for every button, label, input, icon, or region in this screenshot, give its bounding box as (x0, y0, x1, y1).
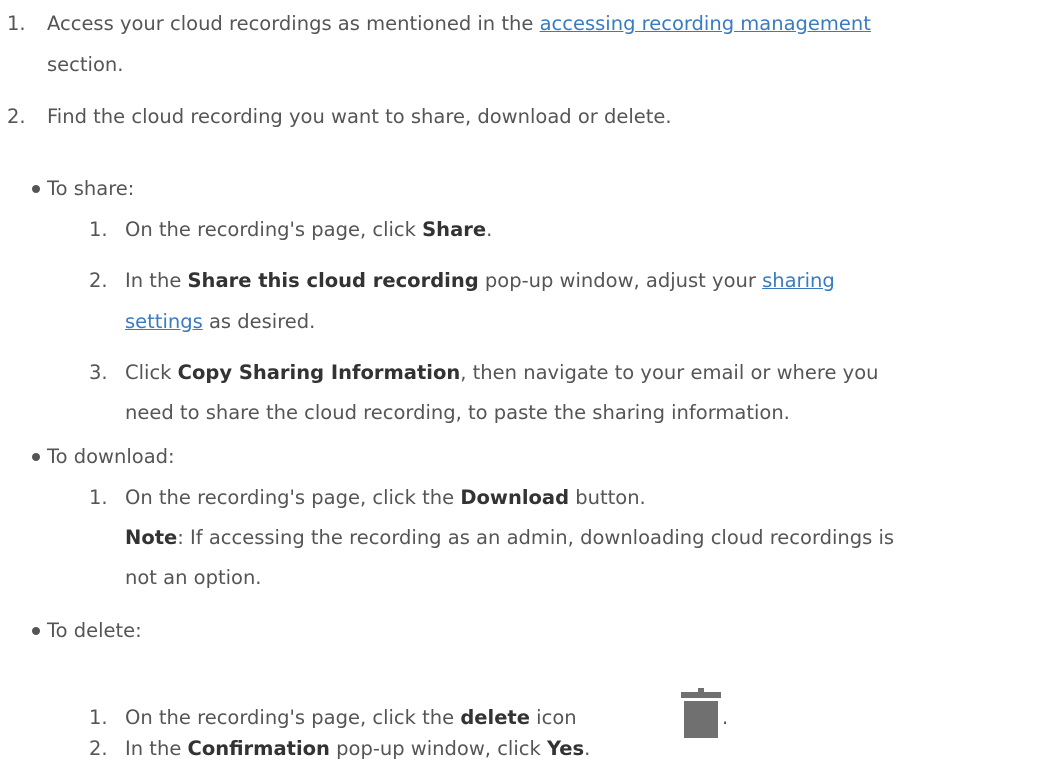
step-number: 1. (7, 12, 26, 35)
share-step-number: 3. (89, 361, 108, 384)
delete-step-1-end: . (722, 706, 729, 729)
accessing-recording-management-link[interactable]: accessing recording management (540, 12, 871, 35)
download-heading: To download: (47, 445, 175, 468)
share-step-2-text: In the (125, 269, 188, 292)
copy-sharing-information-bold: Copy Sharing Information (177, 361, 461, 384)
download-note-line-2: not an option. (125, 566, 262, 589)
download-bold: Download (460, 486, 570, 509)
bullet-dot (32, 185, 40, 193)
share-step-2-mid: pop-up window, adjust your (478, 269, 763, 292)
share-step-1-end: . (486, 218, 493, 241)
delete-bold: delete (460, 706, 530, 729)
yes-bold: Yes (546, 737, 585, 760)
share-step-1: On the recording's page, click Share. (125, 218, 492, 242)
sharing-settings-link[interactable]: sharing (762, 269, 835, 292)
share-step-3-rest: , then navigate to your email or where y… (460, 361, 879, 384)
download-step-1-text: On the recording's page, click the (125, 486, 461, 509)
share-step-3-text: Click (125, 361, 178, 384)
share-this-cloud-recording-bold: Share this cloud recording (187, 269, 479, 292)
share-step-number: 2. (89, 269, 108, 292)
note-text: : If accessing the recording as an admin… (177, 526, 895, 549)
share-step-2-line-1: In the Share this cloud recording pop-up… (125, 269, 835, 293)
step-number: 2. (7, 105, 26, 128)
step-1-line-1: Access your cloud recordings as mentione… (47, 12, 871, 36)
delete-step-1: On the recording's page, click the delet… (125, 706, 577, 730)
download-step-number: 1. (89, 486, 108, 509)
download-note-line-1: Note: If accessing the recording as an a… (125, 526, 894, 550)
delete-heading: To delete: (47, 619, 142, 642)
trash-icon (681, 688, 721, 738)
download-step-1-end: button. (569, 486, 646, 509)
share-bold: Share (422, 218, 487, 241)
step-2-text: Find the cloud recording you want to sha… (47, 105, 672, 128)
share-step-number: 1. (89, 218, 108, 241)
delete-step-1-text: On the recording's page, click the (125, 706, 461, 729)
share-heading: To share: (47, 177, 135, 200)
step-1-text: Access your cloud recordings as mentione… (47, 12, 540, 35)
sharing-settings-link[interactable]: settings (125, 310, 203, 333)
bullet-dot (32, 627, 40, 635)
delete-step-1-mid: icon (529, 706, 577, 729)
delete-step-2: In the Confirmation pop-up window, click… (125, 737, 590, 761)
delete-step-2-mid: pop-up window, click (329, 737, 547, 760)
delete-step-2-text: In the (125, 737, 188, 760)
confirmation-bold: Confirmation (187, 737, 330, 760)
share-step-2-line-2: settings as desired. (125, 310, 315, 334)
bullet-dot (32, 453, 40, 461)
share-step-3-line-2: need to share the cloud recording, to pa… (125, 401, 790, 424)
share-step-2-end: as desired. (202, 310, 316, 333)
download-step-1: On the recording's page, click the Downl… (125, 486, 646, 510)
step-1-line-2: section. (47, 53, 124, 76)
delete-step-number: 1. (89, 706, 108, 729)
note-bold: Note (125, 526, 178, 549)
share-step-3-line-1: Click Copy Sharing Information, then nav… (125, 361, 879, 385)
delete-step-2-end: . (584, 737, 591, 760)
share-step-1-text: On the recording's page, click (125, 218, 423, 241)
delete-step-number: 2. (89, 737, 108, 760)
